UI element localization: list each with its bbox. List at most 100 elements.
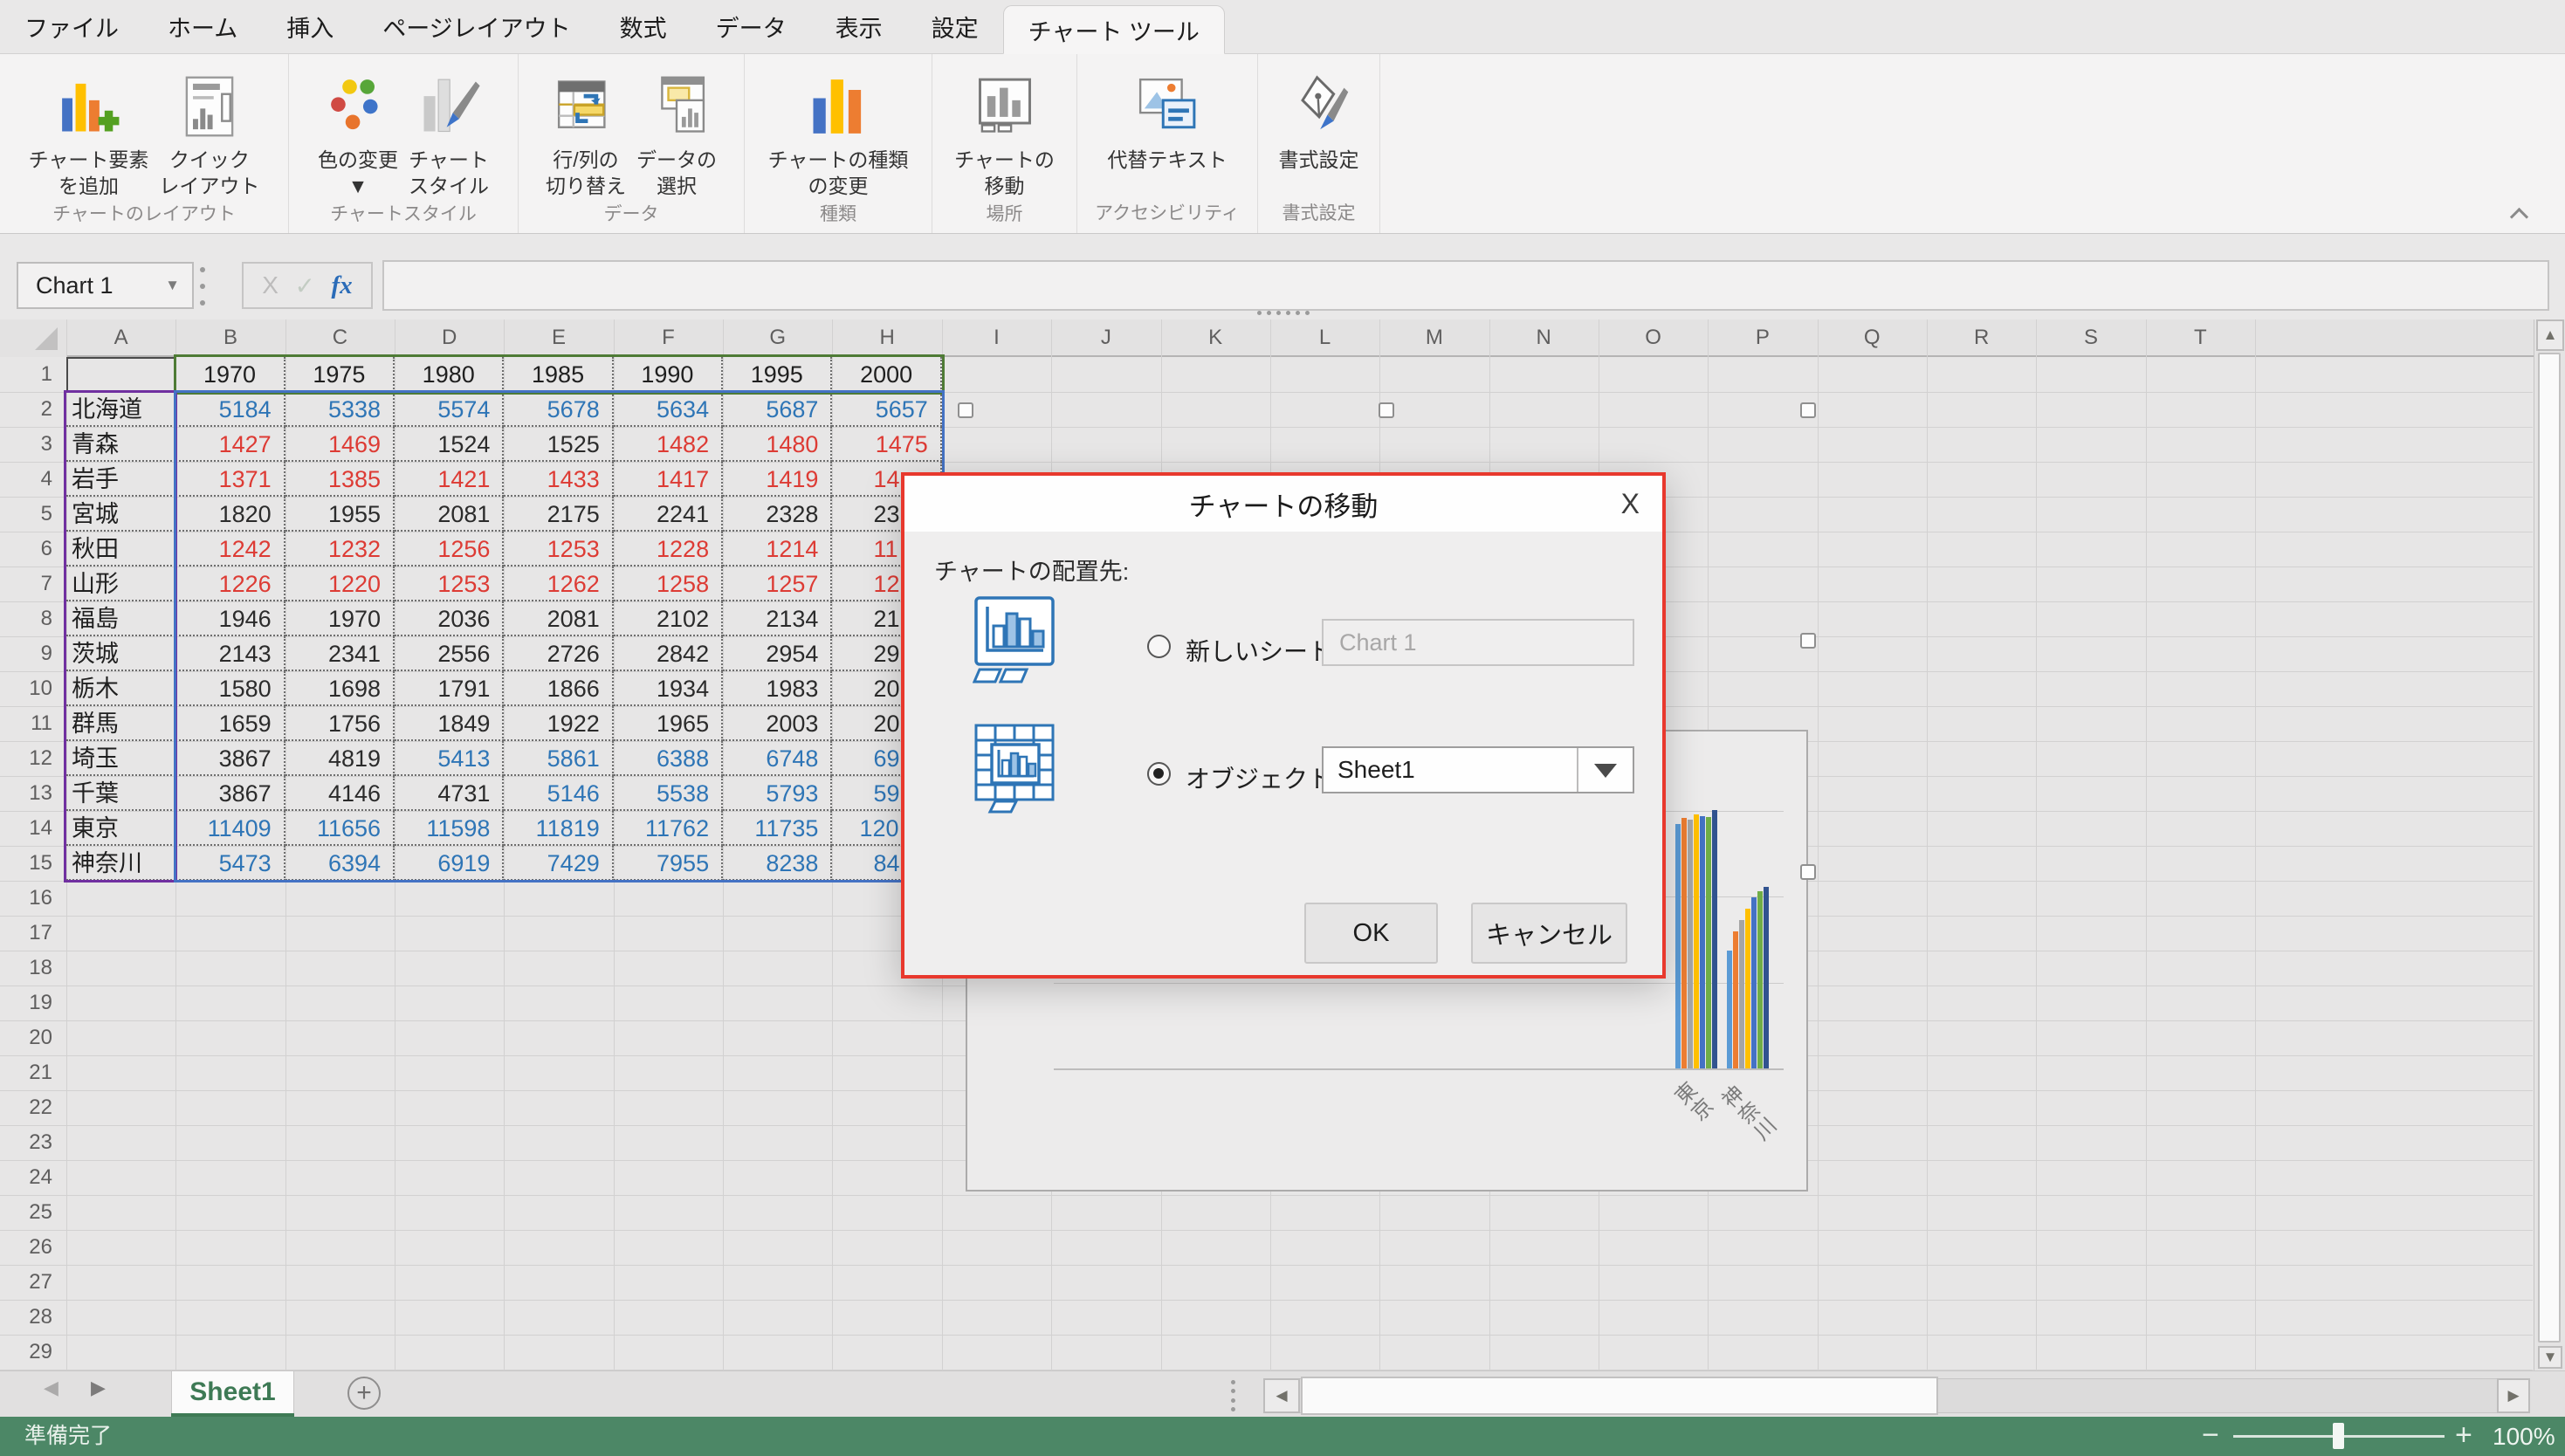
ribbon-button[interactable]: チャート スタイル (403, 63, 494, 203)
table-cell[interactable]: 11656 (285, 811, 395, 846)
table-cell[interactable]: 2134 (723, 601, 832, 636)
table-cell[interactable]: 北海道 (66, 392, 175, 427)
row-header-29[interactable]: 29 (0, 1335, 66, 1370)
row-header-21[interactable]: 21 (0, 1055, 66, 1090)
menu-tab-item[interactable]: ファイル (0, 0, 143, 53)
bar-神奈川-1980[interactable] (1739, 920, 1744, 1068)
bar-東京-1985[interactable] (1694, 814, 1699, 1068)
table-cell[interactable]: 1256 (395, 532, 504, 567)
table-cell[interactable]: 11735 (723, 811, 832, 846)
table-cell[interactable]: 2175 (504, 497, 613, 532)
table-cell[interactable]: 1419 (723, 462, 832, 497)
table-cell[interactable]: 2241 (614, 497, 723, 532)
table-cell[interactable]: 1955 (285, 497, 395, 532)
row-header-10[interactable]: 10 (0, 671, 66, 706)
row-header-25[interactable]: 25 (0, 1195, 66, 1230)
table-cell[interactable]: 1480 (723, 427, 832, 462)
insert-function-icon[interactable]: fx (332, 271, 353, 300)
row-header-9[interactable]: 9 (0, 636, 66, 671)
table-cell[interactable]: 1849 (395, 706, 504, 741)
bar-東京-1990[interactable] (1700, 816, 1705, 1068)
bar-東京-1995[interactable] (1706, 817, 1711, 1068)
table-cell[interactable]: 東京 (66, 811, 175, 846)
table-cell[interactable]: 埼玉 (66, 741, 175, 776)
menu-tab-item[interactable]: データ (691, 0, 811, 53)
ribbon-button[interactable]: チャートの種類 の変更 (763, 63, 914, 203)
column-header-I[interactable]: I (942, 319, 1051, 355)
row-header-3[interactable]: 3 (0, 427, 66, 462)
zoom-slider-thumb[interactable] (2333, 1423, 2344, 1449)
bar-東京-1975[interactable] (1681, 818, 1687, 1068)
table-cell[interactable]: 3867 (175, 741, 285, 776)
table-cell[interactable]: 1469 (285, 427, 395, 462)
bar-東京-1970[interactable] (1675, 824, 1681, 1068)
table-cell[interactable]: 1253 (395, 567, 504, 601)
vertical-scrollbar[interactable]: ▲ ▼ (2534, 319, 2565, 1370)
row-header-4[interactable]: 4 (0, 462, 66, 497)
chart-resize-handle[interactable] (1800, 402, 1816, 418)
table-cell[interactable]: 8238 (723, 846, 832, 881)
table-cell[interactable]: 1262 (504, 567, 613, 601)
table-cell[interactable]: 1525 (504, 427, 613, 462)
table-cell[interactable]: 岩手 (66, 462, 175, 497)
table-cell[interactable]: 1990 (614, 357, 723, 392)
scroll-right-icon[interactable]: ▶ (2497, 1378, 2530, 1413)
table-cell[interactable]: 1258 (614, 567, 723, 601)
chevron-down-icon[interactable]: ▼ (165, 277, 192, 294)
row-header-26[interactable]: 26 (0, 1230, 66, 1265)
chart-resize-handle[interactable] (1800, 864, 1816, 880)
bar-神奈川-1985[interactable] (1745, 909, 1750, 1068)
ribbon-button[interactable]: クイック レイアウト (154, 63, 265, 203)
select-all-corner[interactable] (0, 319, 66, 357)
row-header-5[interactable]: 5 (0, 497, 66, 532)
grid-splitter-handle[interactable] (1257, 311, 1310, 318)
menu-tab-item[interactable]: 数式 (595, 0, 691, 53)
table-cell[interactable]: 5678 (504, 392, 613, 427)
vertical-scrollbar-thumb[interactable] (2538, 353, 2561, 1343)
chevron-down-icon[interactable] (1594, 764, 1617, 778)
table-cell[interactable]: 1922 (504, 706, 613, 741)
table-cell[interactable]: 6919 (395, 846, 504, 881)
table-cell[interactable]: 1980 (395, 357, 504, 392)
new-sheet-name-input[interactable]: Chart 1 (1322, 619, 1634, 666)
table-cell[interactable]: 1934 (614, 671, 723, 706)
scroll-down-icon[interactable]: ▼ (2538, 1346, 2562, 1369)
name-box[interactable]: Chart 1 ▼ (17, 262, 194, 309)
column-header-T[interactable]: T (2146, 319, 2255, 355)
row-header-24[interactable]: 24 (0, 1160, 66, 1195)
table-cell[interactable]: 6388 (614, 741, 723, 776)
table-cell[interactable]: 6748 (723, 741, 832, 776)
table-cell[interactable]: 5338 (285, 392, 395, 427)
table-cell[interactable]: 1580 (175, 671, 285, 706)
table-cell[interactable]: 3867 (175, 776, 285, 811)
table-cell[interactable]: 5473 (175, 846, 285, 881)
chart-resize-handle[interactable] (1800, 633, 1816, 649)
table-cell[interactable]: 1985 (504, 357, 613, 392)
zoom-in-icon[interactable]: + (2455, 1417, 2472, 1454)
prev-sheet-icon[interactable]: ◀ (44, 1377, 58, 1399)
table-cell[interactable]: 千葉 (66, 776, 175, 811)
table-cell[interactable]: 5657 (832, 392, 941, 427)
row-header-8[interactable]: 8 (0, 601, 66, 636)
next-sheet-icon[interactable]: ▶ (91, 1377, 106, 1399)
row-header-23[interactable]: 23 (0, 1125, 66, 1160)
table-cell[interactable]: 1385 (285, 462, 395, 497)
table-cell[interactable]: 1524 (395, 427, 504, 462)
collapse-ribbon-icon[interactable] (2511, 209, 2528, 219)
bar-東京-1980[interactable] (1688, 820, 1693, 1068)
scroll-up-icon[interactable]: ▲ (2536, 319, 2564, 351)
cancel-entry-icon[interactable]: X (262, 271, 279, 299)
scroll-left-icon[interactable]: ◀ (1263, 1378, 1300, 1413)
row-header-15[interactable]: 15 (0, 846, 66, 881)
table-cell[interactable]: 1791 (395, 671, 504, 706)
table-cell[interactable]: 5146 (504, 776, 613, 811)
tab-bar-resize-handle[interactable] (1229, 1380, 1236, 1411)
bar-神奈川-1990[interactable] (1751, 897, 1757, 1068)
table-cell[interactable]: 1475 (832, 427, 941, 462)
table-cell[interactable]: 1226 (175, 567, 285, 601)
zoom-level[interactable]: 100% (2493, 1417, 2555, 1456)
table-cell[interactable]: 2143 (175, 636, 285, 671)
column-header-C[interactable]: C (285, 319, 395, 355)
add-sheet-icon[interactable]: + (347, 1377, 381, 1410)
row-header-20[interactable]: 20 (0, 1020, 66, 1055)
